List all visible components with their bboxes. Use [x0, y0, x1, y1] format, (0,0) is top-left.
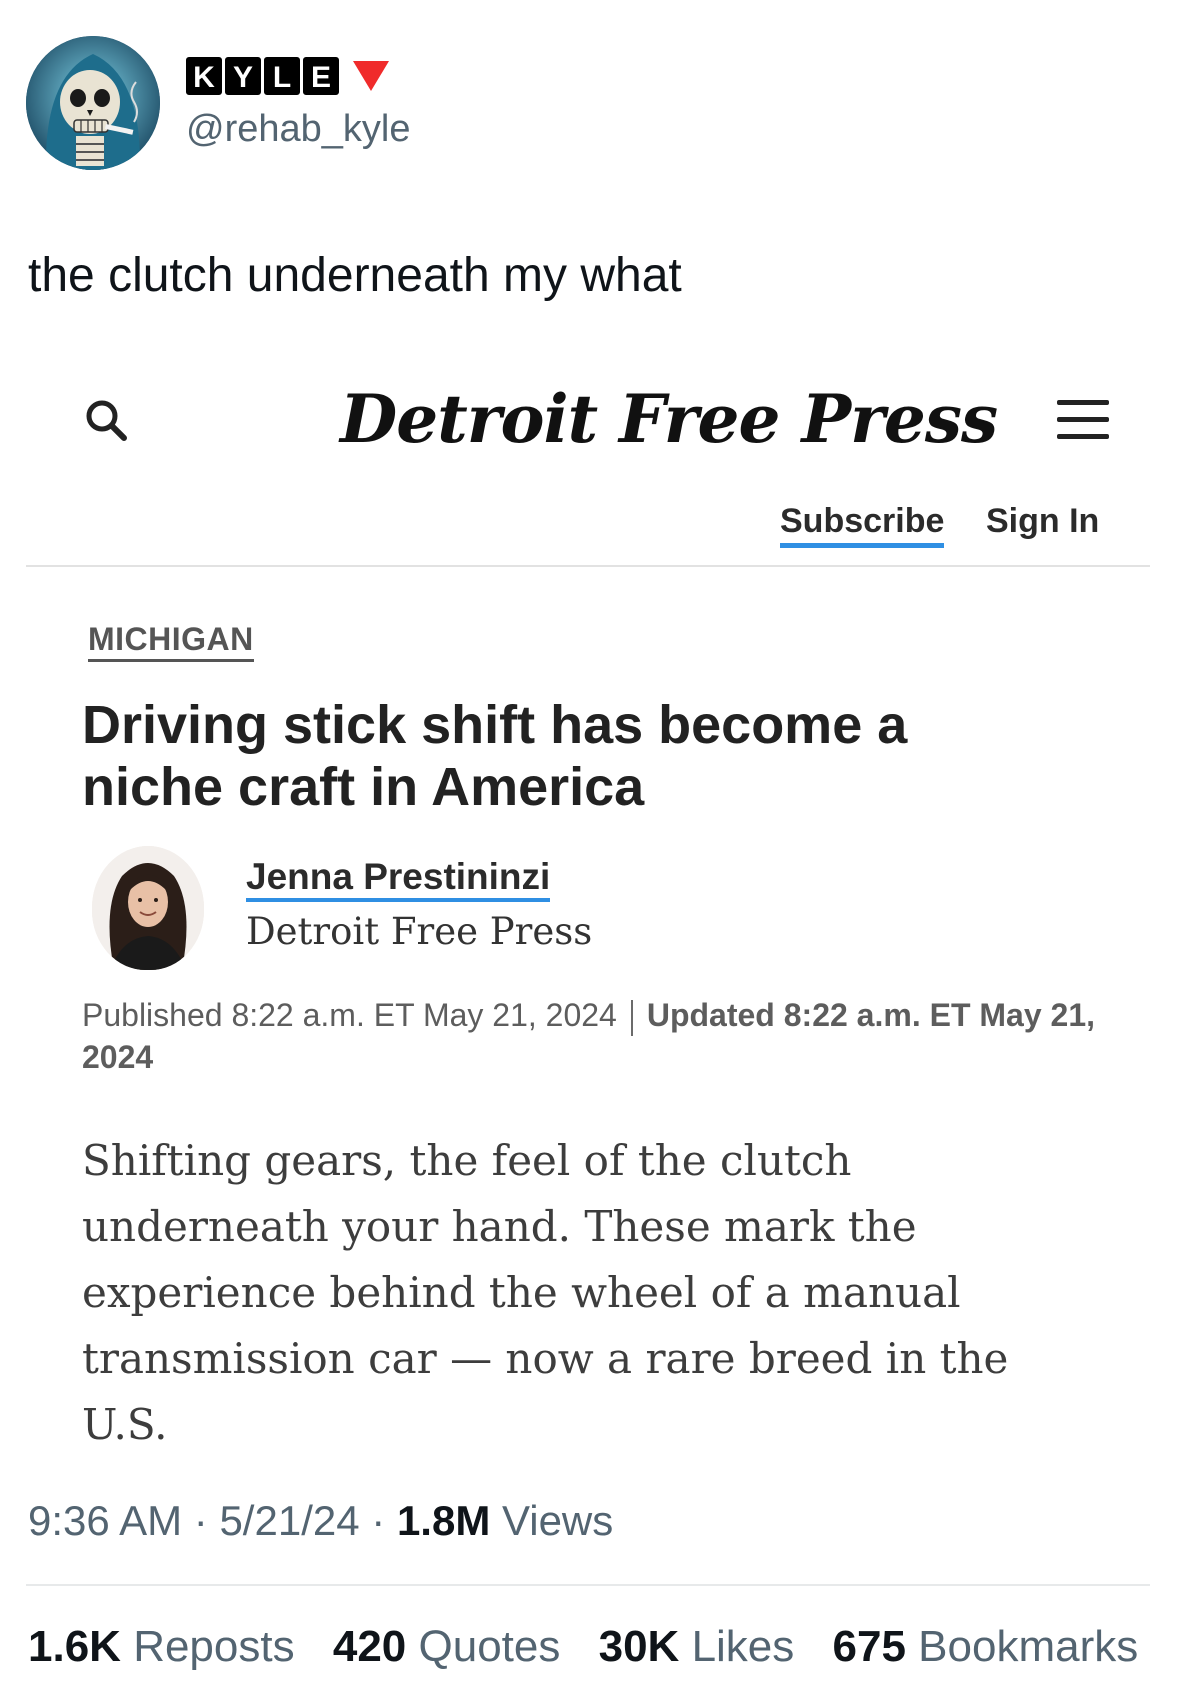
- date-separator: [630, 999, 633, 1036]
- subscribe-link[interactable]: Subscribe: [780, 502, 945, 548]
- stat-label: Likes: [691, 1622, 795, 1671]
- user-handle[interactable]: @rehab_kyle: [186, 108, 410, 151]
- name-letter: K: [186, 57, 222, 95]
- red-triangle-icon: [353, 61, 389, 91]
- tweet-date[interactable]: 5/21/24: [219, 1497, 359, 1544]
- name-letter: E: [303, 57, 339, 95]
- stat-count: 1.6K: [28, 1622, 121, 1671]
- search-icon[interactable]: [82, 396, 130, 444]
- hamburger-menu-icon[interactable]: [1057, 400, 1109, 440]
- skull-avatar-icon: [26, 36, 160, 170]
- quotes-stat[interactable]: 420 Quotes: [333, 1622, 561, 1671]
- tweet-meta: 9:36 AM · 5/21/24 · 1.8M Views: [28, 1497, 613, 1545]
- name-letter: Y: [225, 57, 261, 95]
- stat-count: 30K: [598, 1622, 680, 1671]
- author-name-link[interactable]: Jenna Prestininzi: [246, 856, 551, 902]
- masthead-logo[interactable]: Detroit Free Press: [340, 380, 998, 458]
- sign-in-link[interactable]: Sign In: [986, 502, 1099, 541]
- tweet-text: the clutch underneath my what: [28, 249, 682, 302]
- name-letter: L: [264, 57, 300, 95]
- published-date: Published 8:22 a.m. ET May 21, 2024: [82, 997, 617, 1033]
- article-lede: Shifting gears, the feel of the clutch u…: [82, 1136, 1009, 1449]
- stat-count: 675: [832, 1622, 906, 1671]
- engagement-stats: 1.6K Reposts 420 Quotes 30K Likes 675 Bo…: [28, 1622, 1164, 1672]
- stat-label: Bookmarks: [918, 1622, 1139, 1671]
- divider: [26, 1584, 1150, 1586]
- stat-label: Quotes: [418, 1622, 561, 1671]
- reposts-stat[interactable]: 1.6K Reposts: [28, 1622, 295, 1671]
- user-avatar[interactable]: [26, 36, 160, 170]
- bookmarks-stat[interactable]: 675 Bookmarks: [833, 1622, 1139, 1671]
- author-organization: Detroit Free Press: [246, 910, 593, 953]
- divider: [26, 565, 1150, 567]
- views-count: 1.8M: [396, 1497, 491, 1544]
- article-headline: Driving stick shift has become a niche c…: [82, 695, 908, 817]
- author-photo: [92, 846, 204, 970]
- section-label[interactable]: MICHIGAN: [88, 621, 254, 662]
- display-name[interactable]: K Y L E: [186, 54, 389, 98]
- tweet-time[interactable]: 9:36 AM: [28, 1497, 182, 1544]
- views-label: Views: [501, 1497, 614, 1544]
- stat-count: 420: [332, 1622, 407, 1671]
- meta-separator: ·: [193, 1497, 208, 1544]
- publish-dates: Published 8:22 a.m. ET May 21, 2024 Updat…: [82, 994, 1122, 1078]
- stat-label: Reposts: [133, 1622, 295, 1671]
- likes-stat[interactable]: 30K Likes: [599, 1622, 795, 1671]
- meta-separator: ·: [371, 1497, 386, 1544]
